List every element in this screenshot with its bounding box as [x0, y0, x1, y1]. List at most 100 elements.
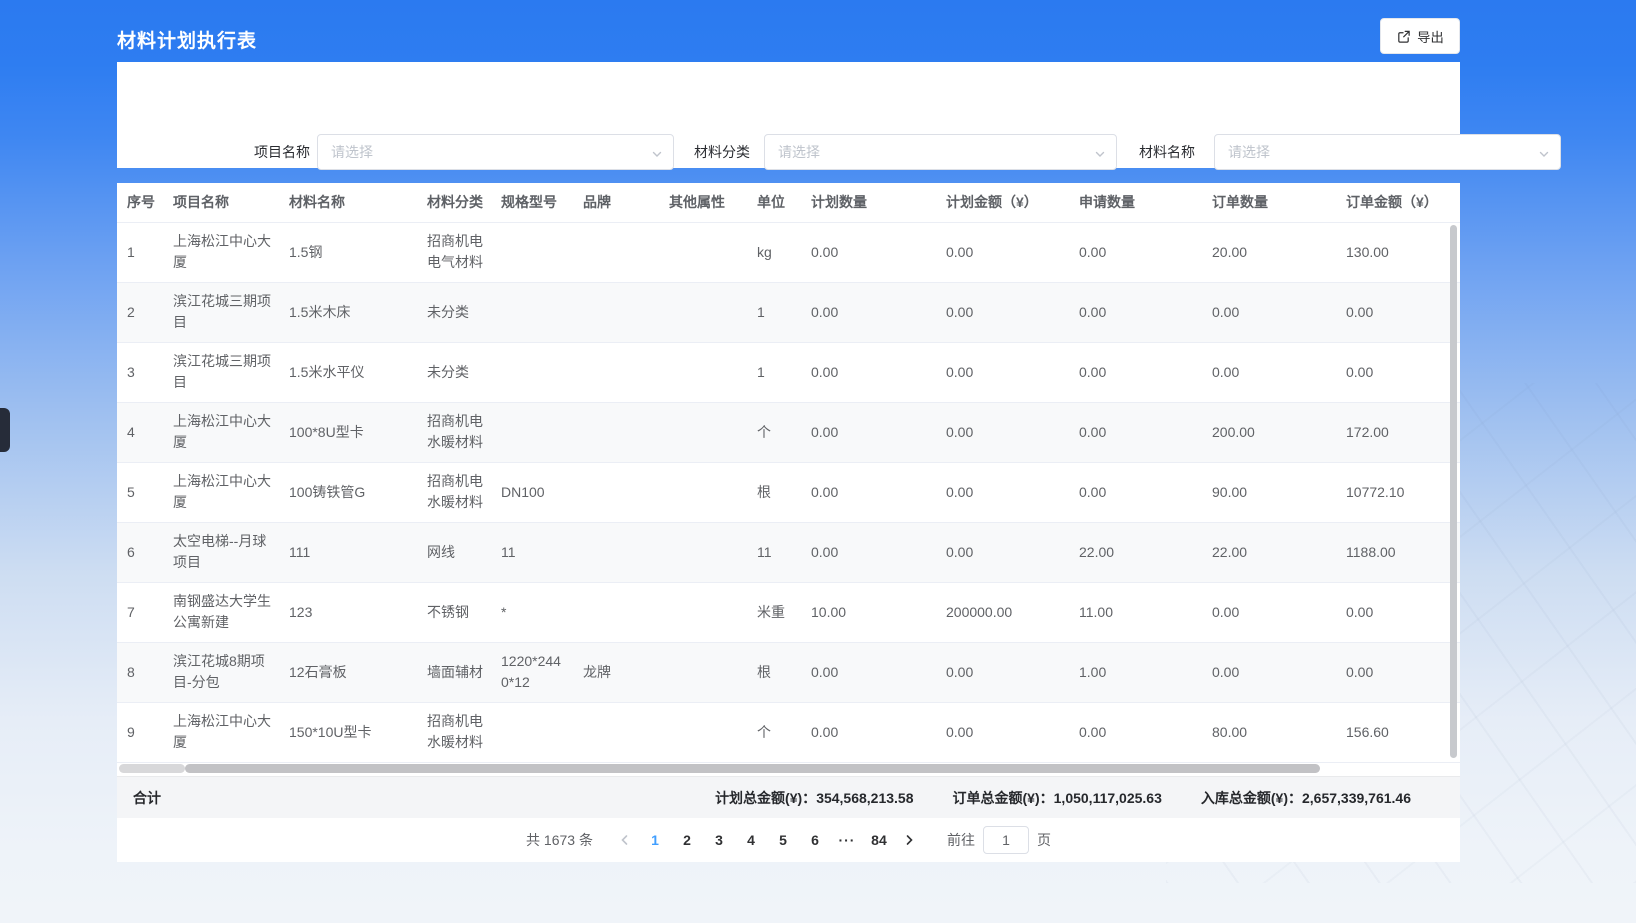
- page-ellipsis[interactable]: ···: [831, 826, 863, 854]
- cell-material-name: 111: [279, 522, 417, 582]
- summary-items: 计划总金额(¥)：354,568,213.58 订单总金额(¥)：1,050,1…: [715, 788, 1411, 808]
- cell-planned-amount: 0.00: [936, 282, 1069, 342]
- filter-label-material: 材料名称: [1139, 134, 1195, 170]
- column-header: 计划金额（¥）: [936, 183, 1069, 222]
- goto-page-input[interactable]: [983, 826, 1029, 854]
- cell-unit: 根: [747, 642, 801, 702]
- cell-planned-amount: 0.00: [936, 222, 1069, 282]
- cell-unit: 根: [747, 462, 801, 522]
- cell-applied-qty: 0.00: [1069, 402, 1202, 462]
- page-button[interactable]: 6: [799, 826, 831, 854]
- column-header: 订单金额（¥）: [1336, 183, 1460, 222]
- cell-material-name: 100铸铁管G: [279, 462, 417, 522]
- column-header: 申请数量: [1069, 183, 1202, 222]
- cell-spec-model: *: [491, 582, 573, 642]
- cell-brand: [573, 582, 659, 642]
- cell-material-category: 招商机电电气材料: [417, 222, 491, 282]
- page-button[interactable]: 1: [639, 826, 671, 854]
- page-button[interactable]: 2: [671, 826, 703, 854]
- cell-other-attrs: [659, 282, 747, 342]
- cell-order-amount: 0.00: [1336, 642, 1460, 702]
- cell-material-name: 12石膏板: [279, 642, 417, 702]
- table-row: 2 滨江花城三期项目 1.5米木床 未分类 1 0.00 0.00 0.00 0…: [117, 282, 1460, 342]
- page-button[interactable]: 3: [703, 826, 735, 854]
- cell-spec-model: 11: [491, 522, 573, 582]
- goto-page: 前往 页: [947, 826, 1051, 854]
- cell-order-amount: 130.00: [1336, 222, 1460, 282]
- next-page-icon[interactable]: [895, 826, 923, 854]
- cell-other-attrs: [659, 582, 747, 642]
- cell-planned-qty: 0.00: [801, 402, 936, 462]
- material-name-select[interactable]: 请选择: [1214, 134, 1561, 170]
- cell-index: 9: [117, 702, 163, 762]
- cell-planned-qty: 0.00: [801, 642, 936, 702]
- cell-brand: [573, 522, 659, 582]
- cell-unit: 个: [747, 402, 801, 462]
- cell-brand: [573, 342, 659, 402]
- horizontal-scrollbar[interactable]: [185, 764, 1320, 773]
- page-title: 材料计划执行表: [117, 26, 257, 53]
- cell-applied-qty: 22.00: [1069, 522, 1202, 582]
- cell-project-name: 上海松江中心大厦: [163, 222, 279, 282]
- column-header: 订单数量: [1202, 183, 1336, 222]
- cell-other-attrs: [659, 642, 747, 702]
- page-button[interactable]: 4: [735, 826, 767, 854]
- page-button[interactable]: 5: [767, 826, 799, 854]
- cell-order-qty: 0.00: [1202, 342, 1336, 402]
- cell-other-attrs: [659, 462, 747, 522]
- planned-total-amount: 计划总金额(¥)：354,568,213.58: [715, 788, 913, 808]
- summary-total-label: 合计: [133, 788, 161, 808]
- pagination-total: 共 1673 条: [526, 830, 593, 850]
- cell-material-category: 网线: [417, 522, 491, 582]
- cell-order-qty: 80.00: [1202, 702, 1336, 762]
- prev-page-icon[interactable]: [611, 826, 639, 854]
- goto-label: 前往: [947, 830, 975, 850]
- cell-spec-model: [491, 282, 573, 342]
- cell-applied-qty: 0.00: [1069, 342, 1202, 402]
- cell-index: 3: [117, 342, 163, 402]
- cell-order-amount: 156.60: [1336, 702, 1460, 762]
- material-category-select[interactable]: 请选择: [764, 134, 1117, 170]
- export-button[interactable]: 导出: [1380, 18, 1460, 54]
- cell-index: 4: [117, 402, 163, 462]
- cell-order-amount: 1188.00: [1336, 522, 1460, 582]
- cell-spec-model: [491, 222, 573, 282]
- cell-brand: [573, 282, 659, 342]
- cell-spec-model: 1220*2440*12: [491, 642, 573, 702]
- cell-applied-qty: 1.00: [1069, 642, 1202, 702]
- chevron-down-icon: [1094, 147, 1106, 163]
- cell-applied-qty: 0.00: [1069, 222, 1202, 282]
- cell-brand: [573, 402, 659, 462]
- cell-unit: 个: [747, 702, 801, 762]
- filter-label-project: 项目名称: [254, 134, 310, 170]
- cell-spec-model: DN100: [491, 462, 573, 522]
- cell-project-name: 滨江花城三期项目: [163, 282, 279, 342]
- chevron-down-icon: [1538, 147, 1550, 163]
- cell-unit: kg: [747, 222, 801, 282]
- cell-brand: 龙牌: [573, 642, 659, 702]
- cell-project-name: 上海松江中心大厦: [163, 402, 279, 462]
- cell-order-qty: 0.00: [1202, 582, 1336, 642]
- table-header-row: 序号项目名称材料名称材料分类规格型号品牌其他属性单位计划数量计划金额（¥）申请数…: [117, 183, 1460, 222]
- filter-panel: 项目名称 请选择 材料分类 请选择 材料名称 请选择 搜索 清空搜索: [117, 62, 1460, 168]
- cell-material-name: 150*10U型卡: [279, 702, 417, 762]
- cell-index: 8: [117, 642, 163, 702]
- cell-spec-model: [491, 402, 573, 462]
- cell-planned-qty: 0.00: [801, 222, 936, 282]
- project-name-select[interactable]: 请选择: [317, 134, 674, 170]
- goto-unit: 页: [1037, 830, 1051, 850]
- page-button[interactable]: 84: [863, 826, 895, 854]
- vertical-scrollbar[interactable]: [1450, 225, 1457, 758]
- table-row: 6 太空电梯--月球项目 111 网线 11 11 0.00 0.00 22.0…: [117, 522, 1460, 582]
- table-body: 1 上海松江中心大厦 1.5钢 招商机电电气材料 kg 0.00 0.00 0.…: [117, 222, 1460, 762]
- cell-material-name: 123: [279, 582, 417, 642]
- cell-planned-amount: 0.00: [936, 702, 1069, 762]
- sidebar-collapse-handle[interactable]: [0, 408, 10, 452]
- table-row: 9 上海松江中心大厦 150*10U型卡 招商机电水暖材料 个 0.00 0.0…: [117, 702, 1460, 762]
- column-header: 材料名称: [279, 183, 417, 222]
- horizontal-scrollbar-track[interactable]: [119, 764, 185, 773]
- table-row: 7 南钢盛达大学生公寓新建 123 不锈钢 * 米重 10.00 200000.…: [117, 582, 1460, 642]
- cell-planned-qty: 0.00: [801, 522, 936, 582]
- cell-applied-qty: 0.00: [1069, 702, 1202, 762]
- cell-order-amount: 0.00: [1336, 282, 1460, 342]
